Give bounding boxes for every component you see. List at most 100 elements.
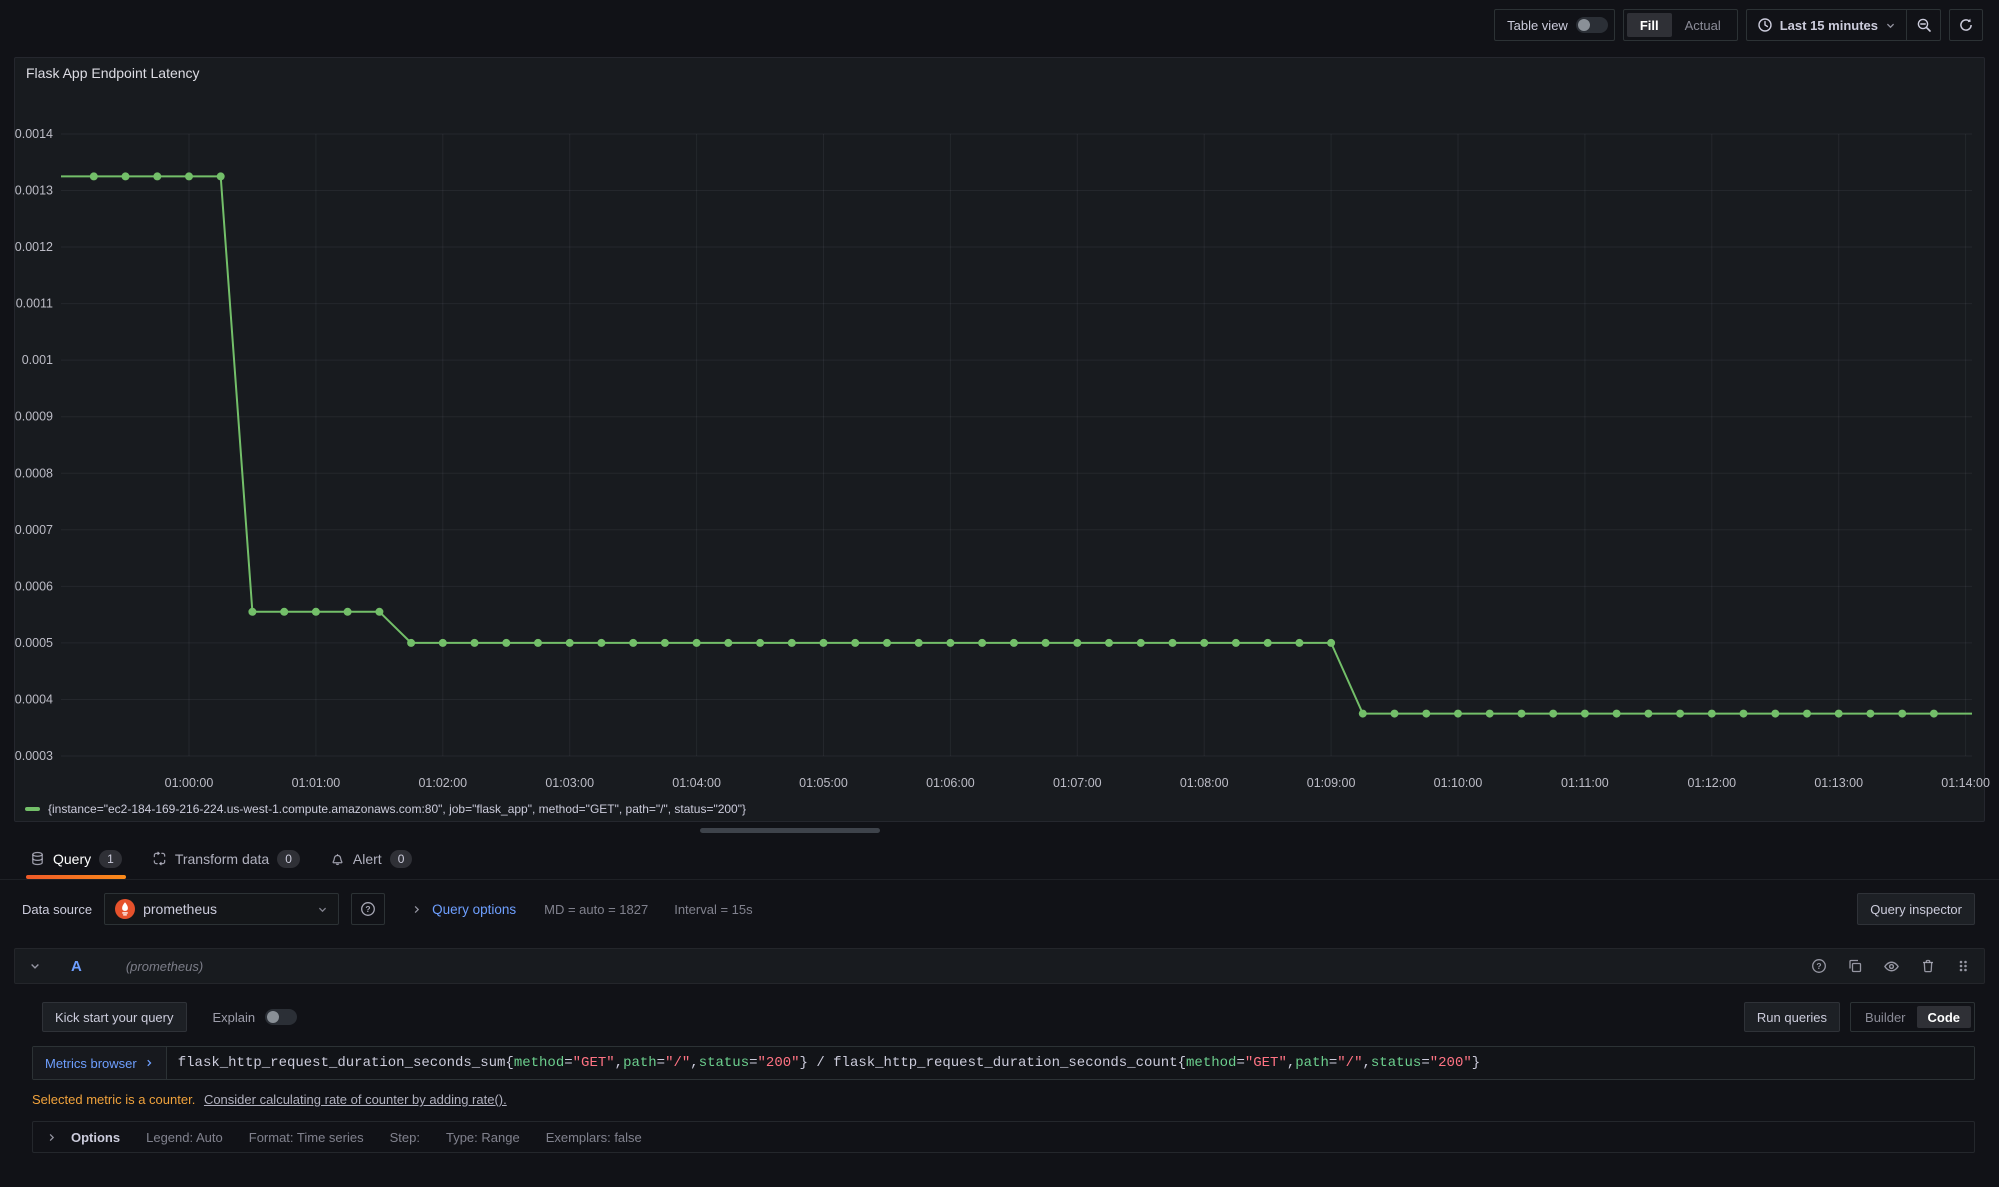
clock-icon <box>1757 17 1773 33</box>
svg-text:01:09:00: 01:09:00 <box>1307 776 1356 790</box>
svg-text:01:05:00: 01:05:00 <box>799 776 848 790</box>
svg-text:?: ? <box>365 904 370 914</box>
tab-transform-data[interactable]: Transform data 0 <box>152 838 300 879</box>
latency-chart[interactable]: 0.00140.00130.00120.00110.0010.00090.000… <box>15 58 1986 823</box>
chevron-down-icon <box>1885 20 1896 31</box>
svg-text:01:07:00: 01:07:00 <box>1053 776 1102 790</box>
svg-text:01:10:00: 01:10:00 <box>1434 776 1483 790</box>
svg-text:01:11:00: 01:11:00 <box>1561 776 1609 790</box>
series-color-dash <box>25 807 40 811</box>
counter-warning: Selected metric is a counter. Consider c… <box>32 1092 1975 1107</box>
legend-item[interactable]: {instance="ec2-184-169-216-224.us-west-1… <box>25 802 746 816</box>
tab-alert[interactable]: Alert 0 <box>330 838 412 879</box>
timeseries-panel: Flask App Endpoint Latency 0.0014 0.0013 0… <box>14 57 1985 822</box>
warning-text: Selected metric is a counter. <box>32 1092 195 1107</box>
svg-text:0.001: 0.001 <box>22 353 53 367</box>
svg-text:01:04:00: 01:04:00 <box>672 776 721 790</box>
actual-option[interactable]: Actual <box>1672 13 1734 37</box>
explain-control: Explain <box>213 1009 298 1025</box>
bell-icon <box>330 851 345 866</box>
editor-tabs: Query 1 Transform data 0 Alert 0 <box>0 838 1999 880</box>
table-view-toggle[interactable] <box>1576 17 1608 33</box>
query-options-summary: MD = auto = 1827 Interval = 15s <box>544 902 752 917</box>
datasource-select[interactable]: prometheus <box>104 893 339 925</box>
explain-toggle[interactable] <box>265 1009 297 1025</box>
add-rate-link[interactable]: Consider calculating rate of counter by … <box>204 1092 507 1107</box>
panel-title: Flask App Endpoint Latency <box>26 65 200 81</box>
metrics-browser-label: Metrics browser <box>45 1056 137 1071</box>
query-options-collapsed[interactable]: Options Legend: Auto Format: Time series… <box>32 1121 1975 1153</box>
trash-icon[interactable] <box>1920 958 1936 974</box>
chevron-down-icon <box>317 904 328 915</box>
svg-text:?: ? <box>1816 961 1821 971</box>
duplicate-icon[interactable] <box>1847 958 1863 974</box>
svg-text:0.0006: 0.0006 <box>15 579 53 593</box>
kick-start-query-button[interactable]: Kick start your query <box>42 1002 187 1032</box>
promql-query[interactable]: flask_http_request_duration_seconds_sum{… <box>167 1047 1974 1079</box>
help-icon[interactable]: ? <box>1811 958 1827 974</box>
svg-text:01:14:00: 01:14:00 <box>1941 776 1990 790</box>
chevron-right-icon <box>46 1132 57 1143</box>
transform-icon <box>152 851 167 866</box>
svg-text:0.0008: 0.0008 <box>15 466 53 480</box>
svg-text:0.0009: 0.0009 <box>15 410 53 424</box>
max-data-points-text: MD = auto = 1827 <box>544 902 648 917</box>
fill-actual-switch: Fill Actual <box>1623 9 1738 41</box>
option-type: Type: Range <box>446 1130 520 1145</box>
svg-text:0.0003: 0.0003 <box>15 749 53 763</box>
svg-text:0.0007: 0.0007 <box>15 523 53 537</box>
svg-text:01:03:00: 01:03:00 <box>545 776 594 790</box>
svg-text:0.0013: 0.0013 <box>15 184 53 198</box>
query-toolbar: Kick start your query Explain Run querie… <box>42 1002 1975 1032</box>
builder-code-switch: Builder Code <box>1850 1002 1975 1032</box>
svg-text:0.0014: 0.0014 <box>15 127 53 141</box>
tab-alert-label: Alert <box>353 851 382 867</box>
query-row-header: A (prometheus) ? <box>14 948 1985 984</box>
tab-query-label: Query <box>53 851 91 867</box>
eye-icon[interactable] <box>1883 958 1900 975</box>
datasource-help-button[interactable]: ? <box>351 893 385 925</box>
table-view-group: Table view <box>1494 9 1615 41</box>
run-queries-button[interactable]: Run queries <box>1744 1002 1840 1032</box>
query-options-toggle[interactable]: Query options <box>411 902 516 917</box>
builder-option[interactable]: Builder <box>1854 1006 1916 1028</box>
query-ref-id[interactable]: A <box>71 958 82 975</box>
prometheus-icon <box>115 899 135 919</box>
option-step: Step: <box>390 1130 420 1145</box>
svg-text:01:02:00: 01:02:00 <box>418 776 467 790</box>
query-datasource-hint: (prometheus) <box>126 959 203 974</box>
option-legend: Legend: Auto <box>146 1130 223 1145</box>
pane-resize-handle[interactable] <box>700 828 880 833</box>
zoom-out-button[interactable] <box>1906 10 1940 40</box>
series-legend-label: {instance="ec2-184-169-216-224.us-west-1… <box>48 802 746 816</box>
svg-text:01:01:00: 01:01:00 <box>292 776 341 790</box>
drag-handle-icon[interactable] <box>1956 958 1970 974</box>
chevron-right-icon <box>411 904 422 915</box>
option-exemplars: Exemplars: false <box>546 1130 642 1145</box>
code-option[interactable]: Code <box>1917 1006 1972 1028</box>
time-range-group: Last 15 minutes <box>1746 9 1941 41</box>
time-range-picker[interactable]: Last 15 minutes <box>1747 10 1906 40</box>
pane-splitter-row <box>0 822 1999 838</box>
svg-text:0.0005: 0.0005 <box>15 636 53 650</box>
tab-query-count: 1 <box>99 850 122 868</box>
svg-text:0.0011: 0.0011 <box>16 297 53 311</box>
svg-text:01:06:00: 01:06:00 <box>926 776 975 790</box>
table-view-label: Table view <box>1507 18 1568 33</box>
svg-text:01:08:00: 01:08:00 <box>1180 776 1229 790</box>
datasource-row: Data source prometheus ? Query options M… <box>0 880 1999 938</box>
metrics-browser-toggle[interactable]: Metrics browser <box>33 1047 167 1079</box>
collapse-chevron-icon[interactable] <box>29 960 41 972</box>
refresh-button[interactable] <box>1949 9 1983 41</box>
svg-text:01:13:00: 01:13:00 <box>1814 776 1863 790</box>
fill-option[interactable]: Fill <box>1627 13 1672 37</box>
tab-query[interactable]: Query 1 <box>30 838 122 879</box>
options-label: Options <box>71 1130 120 1145</box>
tab-alert-count: 0 <box>390 850 413 868</box>
svg-text:01:00:00: 01:00:00 <box>165 776 214 790</box>
tab-transform-count: 0 <box>277 850 300 868</box>
query-inspector-button[interactable]: Query inspector <box>1857 893 1975 925</box>
tab-transform-label: Transform data <box>175 851 269 867</box>
datasource-label: Data source <box>22 902 92 917</box>
svg-text:0.0004: 0.0004 <box>15 692 53 706</box>
